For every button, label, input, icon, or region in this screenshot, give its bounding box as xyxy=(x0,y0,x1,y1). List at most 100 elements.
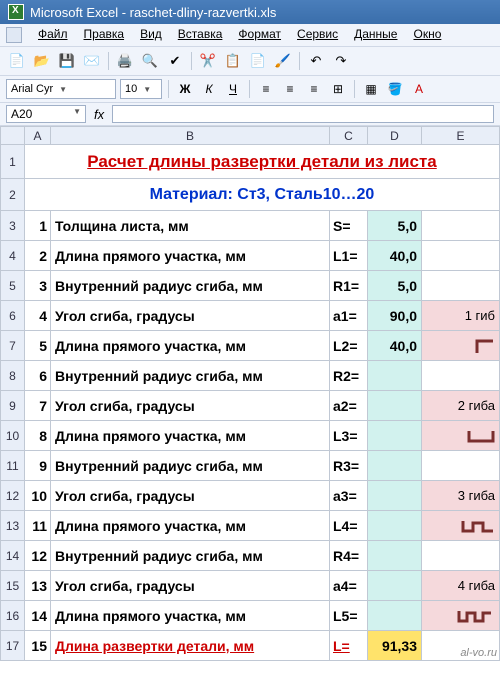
cell-E5[interactable] xyxy=(422,271,500,301)
cell-D8[interactable] xyxy=(368,361,422,391)
cell-A4[interactable]: 2 xyxy=(25,241,51,271)
cell-B9[interactable]: Угол сгиба, градусы xyxy=(51,391,330,421)
align-center-icon[interactable]: ≡ xyxy=(280,79,300,99)
new-icon[interactable]: 📄 xyxy=(6,50,28,72)
menu-service[interactable]: Сервис xyxy=(297,27,338,43)
open-icon[interactable]: 📂 xyxy=(31,50,53,72)
cell-A17[interactable]: 15 xyxy=(25,631,51,661)
cell-D3[interactable]: 5,0 xyxy=(368,211,422,241)
menu-window[interactable]: Окно xyxy=(413,27,441,43)
cell-C9[interactable]: a2= xyxy=(330,391,368,421)
cell-E4[interactable] xyxy=(422,241,500,271)
cell-C14[interactable]: R4= xyxy=(330,541,368,571)
cell-A12[interactable]: 10 xyxy=(25,481,51,511)
cell-A11[interactable]: 9 xyxy=(25,451,51,481)
cut-icon[interactable]: ✂️ xyxy=(197,50,219,72)
italic-icon[interactable]: К xyxy=(199,79,219,99)
cell-C5[interactable]: R1= xyxy=(330,271,368,301)
row-6[interactable]: 6 xyxy=(1,301,25,331)
formula-bar[interactable] xyxy=(112,105,494,123)
cell-E11[interactable] xyxy=(422,451,500,481)
row-1[interactable]: 1 xyxy=(1,145,25,179)
cell-B13[interactable]: Длина прямого участка, мм xyxy=(51,511,330,541)
row-13[interactable]: 13 xyxy=(1,511,25,541)
copy-icon[interactable]: 📋 xyxy=(222,50,244,72)
font-color-icon[interactable]: A xyxy=(409,79,429,99)
cell-D4[interactable]: 40,0 xyxy=(368,241,422,271)
cell-B8[interactable]: Внутренний радиус сгиба, мм xyxy=(51,361,330,391)
cell-C6[interactable]: a1= xyxy=(330,301,368,331)
cell-D10[interactable] xyxy=(368,421,422,451)
name-box[interactable]: A20 ▼ xyxy=(6,105,86,123)
cell-C11[interactable]: R3= xyxy=(330,451,368,481)
cell-D15[interactable] xyxy=(368,571,422,601)
cell-C15[interactable]: a4= xyxy=(330,571,368,601)
cell-C7[interactable]: L2= xyxy=(330,331,368,361)
sheet-title[interactable]: Расчет длины развертки детали из листа xyxy=(25,145,500,179)
cell-D6[interactable]: 90,0 xyxy=(368,301,422,331)
mail-icon[interactable]: ✉️ xyxy=(81,50,103,72)
cell-E12[interactable]: 3 гиба xyxy=(422,481,500,511)
font-select[interactable]: Arial Cyr ▼ xyxy=(6,79,116,99)
cell-C10[interactable]: L3= xyxy=(330,421,368,451)
fx-icon[interactable]: fx xyxy=(90,107,108,122)
cell-A9[interactable]: 7 xyxy=(25,391,51,421)
cell-B5[interactable]: Внутренний радиус сгиба, мм xyxy=(51,271,330,301)
borders-icon[interactable]: ▦ xyxy=(361,79,381,99)
cell-E15[interactable]: 4 гиба xyxy=(422,571,500,601)
spellcheck-icon[interactable]: ✔ xyxy=(164,50,186,72)
cell-D16[interactable] xyxy=(368,601,422,631)
redo-icon[interactable]: ↷ xyxy=(330,50,352,72)
save-icon[interactable]: 💾 xyxy=(56,50,78,72)
row-11[interactable]: 11 xyxy=(1,451,25,481)
cell-B7[interactable]: Длина прямого участка, мм xyxy=(51,331,330,361)
cell-A7[interactable]: 5 xyxy=(25,331,51,361)
format-painter-icon[interactable]: 🖌️ xyxy=(272,50,294,72)
cell-E10[interactable] xyxy=(422,421,500,451)
cell-B4[interactable]: Длина прямого участка, мм xyxy=(51,241,330,271)
cell-C16[interactable]: L5= xyxy=(330,601,368,631)
menu-edit[interactable]: Правка xyxy=(84,27,125,43)
col-C[interactable]: C xyxy=(330,127,368,145)
col-D[interactable]: D xyxy=(368,127,422,145)
row-16[interactable]: 16 xyxy=(1,601,25,631)
row-14[interactable]: 14 xyxy=(1,541,25,571)
cell-B3[interactable]: Толщина листа, мм xyxy=(51,211,330,241)
col-B[interactable]: B xyxy=(51,127,330,145)
row-15[interactable]: 15 xyxy=(1,571,25,601)
cell-E16[interactable] xyxy=(422,601,500,631)
cell-C3[interactable]: S= xyxy=(330,211,368,241)
cell-D13[interactable] xyxy=(368,511,422,541)
row-9[interactable]: 9 xyxy=(1,391,25,421)
row-7[interactable]: 7 xyxy=(1,331,25,361)
col-E[interactable]: E xyxy=(422,127,500,145)
font-size-select[interactable]: 10 ▼ xyxy=(120,79,162,99)
cell-B17[interactable]: Длина развертки детали, мм xyxy=(51,631,330,661)
cell-D5[interactable]: 5,0 xyxy=(368,271,422,301)
cell-C8[interactable]: R2= xyxy=(330,361,368,391)
col-A[interactable]: A xyxy=(25,127,51,145)
align-left-icon[interactable]: ≡ xyxy=(256,79,276,99)
cell-B16[interactable]: Длина прямого участка, мм xyxy=(51,601,330,631)
cell-A5[interactable]: 3 xyxy=(25,271,51,301)
menu-insert[interactable]: Вставка xyxy=(178,27,223,43)
cell-B12[interactable]: Угол сгиба, градусы xyxy=(51,481,330,511)
cell-D11[interactable] xyxy=(368,451,422,481)
row-8[interactable]: 8 xyxy=(1,361,25,391)
cell-E7[interactable] xyxy=(422,331,500,361)
cell-C17[interactable]: L= xyxy=(330,631,368,661)
align-right-icon[interactable]: ≡ xyxy=(304,79,324,99)
cell-E9[interactable]: 2 гиба xyxy=(422,391,500,421)
cell-B11[interactable]: Внутренний радиус сгиба, мм xyxy=(51,451,330,481)
undo-icon[interactable]: ↶ xyxy=(305,50,327,72)
material-cell[interactable]: Материал: Ст3, Сталь10…20 xyxy=(25,179,500,211)
row-5[interactable]: 5 xyxy=(1,271,25,301)
cell-E3[interactable] xyxy=(422,211,500,241)
underline-icon[interactable]: Ч xyxy=(223,79,243,99)
preview-icon[interactable]: 🔍 xyxy=(139,50,161,72)
cell-E13[interactable] xyxy=(422,511,500,541)
cell-A6[interactable]: 4 xyxy=(25,301,51,331)
fill-color-icon[interactable]: 🪣 xyxy=(385,79,405,99)
cell-E17[interactable]: al-vo.ru xyxy=(422,631,500,661)
cell-E6[interactable]: 1 гиб xyxy=(422,301,500,331)
